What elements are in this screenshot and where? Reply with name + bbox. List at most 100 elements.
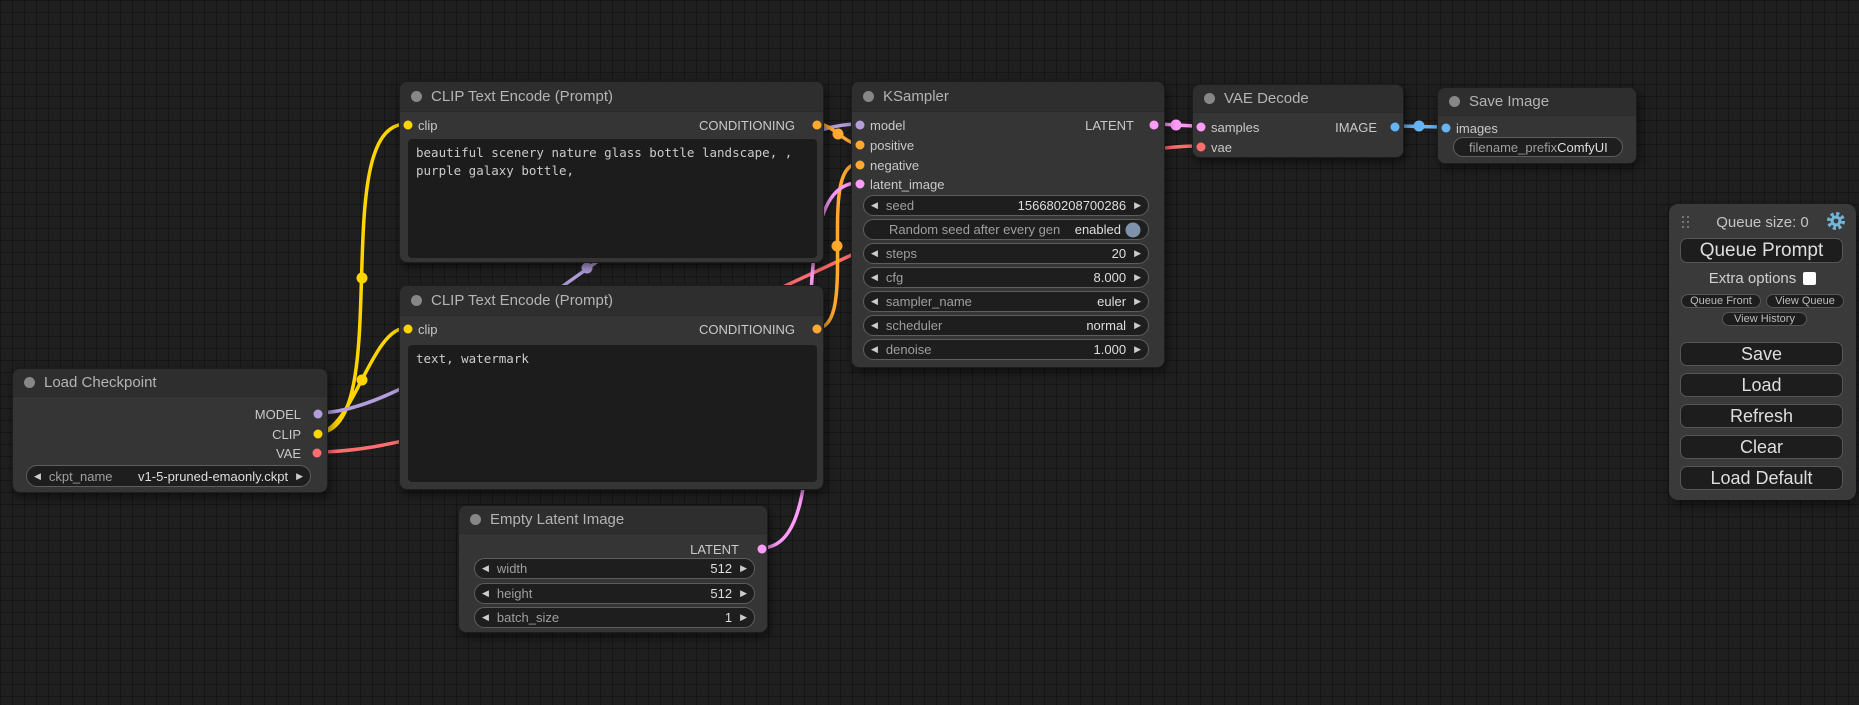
decrement-arrow-icon[interactable]: ◀ [871,321,878,330]
node-clip-text-encode-positive[interactable]: CLIP Text Encode (Prompt) clip CONDITION… [399,81,824,263]
load-button[interactable]: Load [1680,373,1843,397]
node-title-bar[interactable]: Save Image [1438,88,1636,116]
output-slot-latent: LATENT [1030,116,1140,134]
decrement-arrow-icon[interactable]: ◀ [871,345,878,354]
input-slot-vae: vae [1211,138,1232,156]
decrement-arrow-icon[interactable]: ◀ [482,613,489,622]
link-midpoint-dot [832,241,843,252]
denoise-widget[interactable]: ◀ denoise 1.000 ▶ [863,339,1149,360]
increment-arrow-icon[interactable]: ▶ [740,589,747,598]
random-seed-toggle-widget[interactable]: Random seed after every gen enabled [863,219,1149,240]
node-load-checkpoint[interactable]: Load Checkpoint MODEL CLIP VAE ◀ ckpt_na… [12,368,328,493]
decrement-arrow-icon[interactable]: ◀ [482,564,489,573]
batch-size-widget[interactable]: ◀ batch_size 1 ▶ [474,607,755,628]
queue-panel[interactable]: Queue size: 0 Queue Prompt Extra options… [1669,204,1856,500]
node-title-bar[interactable]: Empty Latent Image [459,506,767,534]
view-queue-button[interactable]: View Queue [1766,294,1844,308]
toggle-circle-icon[interactable] [1125,222,1141,238]
increment-arrow-icon[interactable]: ▶ [740,564,747,573]
output-slot-image: IMAGE [1283,118,1383,136]
input-slot-model: model [870,116,905,134]
prompt-text-input[interactable]: text, watermark [408,345,817,482]
refresh-button[interactable]: Refresh [1680,404,1843,428]
filename-prefix-widget[interactable]: filename_prefix ComfyUI [1453,137,1623,157]
latent-output-dot[interactable] [1149,120,1159,130]
node-ksampler[interactable]: KSampler model positive negative latent_… [851,81,1165,368]
collapse-dot-icon[interactable] [470,514,481,525]
node-graph-canvas[interactable]: Load Checkpoint MODEL CLIP VAE ◀ ckpt_na… [0,0,1859,705]
node-title-bar[interactable]: VAE Decode [1193,85,1403,113]
vae-input-dot[interactable] [1196,142,1206,152]
steps-widget[interactable]: ◀ steps 20 ▶ [863,243,1149,264]
decrement-arrow-icon[interactable]: ◀ [482,589,489,598]
node-title-bar[interactable]: CLIP Text Encode (Prompt) [400,82,823,112]
input-slot-negative: negative [870,156,919,174]
node-clip-text-encode-negative[interactable]: CLIP Text Encode (Prompt) clip CONDITION… [399,285,824,490]
height-widget[interactable]: ◀ height 512 ▶ [474,583,755,604]
node-title-bar[interactable]: KSampler [852,82,1164,112]
collapse-dot-icon[interactable] [24,377,35,388]
model-input-dot[interactable] [855,120,865,130]
link-midpoint-dot [833,129,844,140]
decrement-arrow-icon[interactable]: ◀ [34,472,41,481]
vae-output-dot[interactable] [312,448,322,458]
input-slot-clip: clip [418,320,438,338]
increment-arrow-icon[interactable]: ▶ [1134,201,1141,210]
latent-output-dot[interactable] [757,544,767,554]
cfg-widget[interactable]: ◀ cfg 8.000 ▶ [863,267,1149,288]
input-slot-samples: samples [1211,118,1259,136]
clip-output-dot[interactable] [313,429,323,439]
extra-options-checkbox[interactable] [1803,272,1816,285]
output-slot-conditioning: CONDITIONING [661,320,801,338]
increment-arrow-icon[interactable]: ▶ [740,613,747,622]
collapse-dot-icon[interactable] [411,295,422,306]
conditioning-output-dot[interactable] [812,120,822,130]
increment-arrow-icon[interactable]: ▶ [1134,297,1141,306]
increment-arrow-icon[interactable]: ▶ [1134,273,1141,282]
load-default-button[interactable]: Load Default [1680,466,1843,490]
sampler-name-widget[interactable]: ◀ sampler_name euler ▶ [863,291,1149,312]
ckpt-name-widget[interactable]: ◀ ckpt_name v1-5-pruned-emaonly.ckpt ▶ [26,465,311,487]
decrement-arrow-icon[interactable]: ◀ [871,201,878,210]
clear-button[interactable]: Clear [1680,435,1843,459]
seed-widget[interactable]: ◀ seed 156680208700286 ▶ [863,195,1149,216]
prompt-text-input[interactable]: beautiful scenery nature glass bottle la… [408,139,817,258]
decrement-arrow-icon[interactable]: ◀ [871,297,878,306]
queue-front-button[interactable]: Queue Front [1681,294,1761,308]
output-slot-vae: VAE [187,444,307,462]
width-widget[interactable]: ◀ width 512 ▶ [474,558,755,579]
queue-prompt-button[interactable]: Queue Prompt [1680,238,1843,263]
collapse-dot-icon[interactable] [411,91,422,102]
samples-input-dot[interactable] [1196,122,1206,132]
collapse-dot-icon[interactable] [863,91,874,102]
model-output-dot[interactable] [313,409,323,419]
positive-input-dot[interactable] [855,140,865,150]
negative-input-dot[interactable] [855,160,865,170]
conditioning-output-dot[interactable] [812,324,822,334]
settings-gear-icon[interactable] [1826,211,1846,236]
latent-image-input-dot[interactable] [855,179,865,189]
node-title-bar[interactable]: CLIP Text Encode (Prompt) [400,286,823,316]
node-title: Save Image [1469,93,1549,110]
node-title-bar[interactable]: Load Checkpoint [13,369,327,397]
clip-input-dot[interactable] [403,120,413,130]
images-input-dot[interactable] [1441,123,1451,133]
increment-arrow-icon[interactable]: ▶ [296,472,303,481]
link-midpoint-dot [1171,120,1182,131]
increment-arrow-icon[interactable]: ▶ [1134,345,1141,354]
node-vae-decode[interactable]: VAE Decode samples vae IMAGE [1192,84,1404,158]
decrement-arrow-icon[interactable]: ◀ [871,273,878,282]
collapse-dot-icon[interactable] [1449,96,1460,107]
decrement-arrow-icon[interactable]: ◀ [871,249,878,258]
save-button[interactable]: Save [1680,342,1843,366]
node-empty-latent-image[interactable]: Empty Latent Image LATENT ◀ width 512 ▶ … [458,505,768,633]
collapse-dot-icon[interactable] [1204,93,1215,104]
increment-arrow-icon[interactable]: ▶ [1134,321,1141,330]
view-history-button[interactable]: View History [1722,312,1807,326]
node-save-image[interactable]: Save Image images filename_prefix ComfyU… [1437,87,1637,164]
image-output-dot[interactable] [1390,122,1400,132]
increment-arrow-icon[interactable]: ▶ [1134,249,1141,258]
clip-input-dot[interactable] [403,324,413,334]
scheduler-widget[interactable]: ◀ scheduler normal ▶ [863,315,1149,336]
node-title: CLIP Text Encode (Prompt) [431,292,613,309]
